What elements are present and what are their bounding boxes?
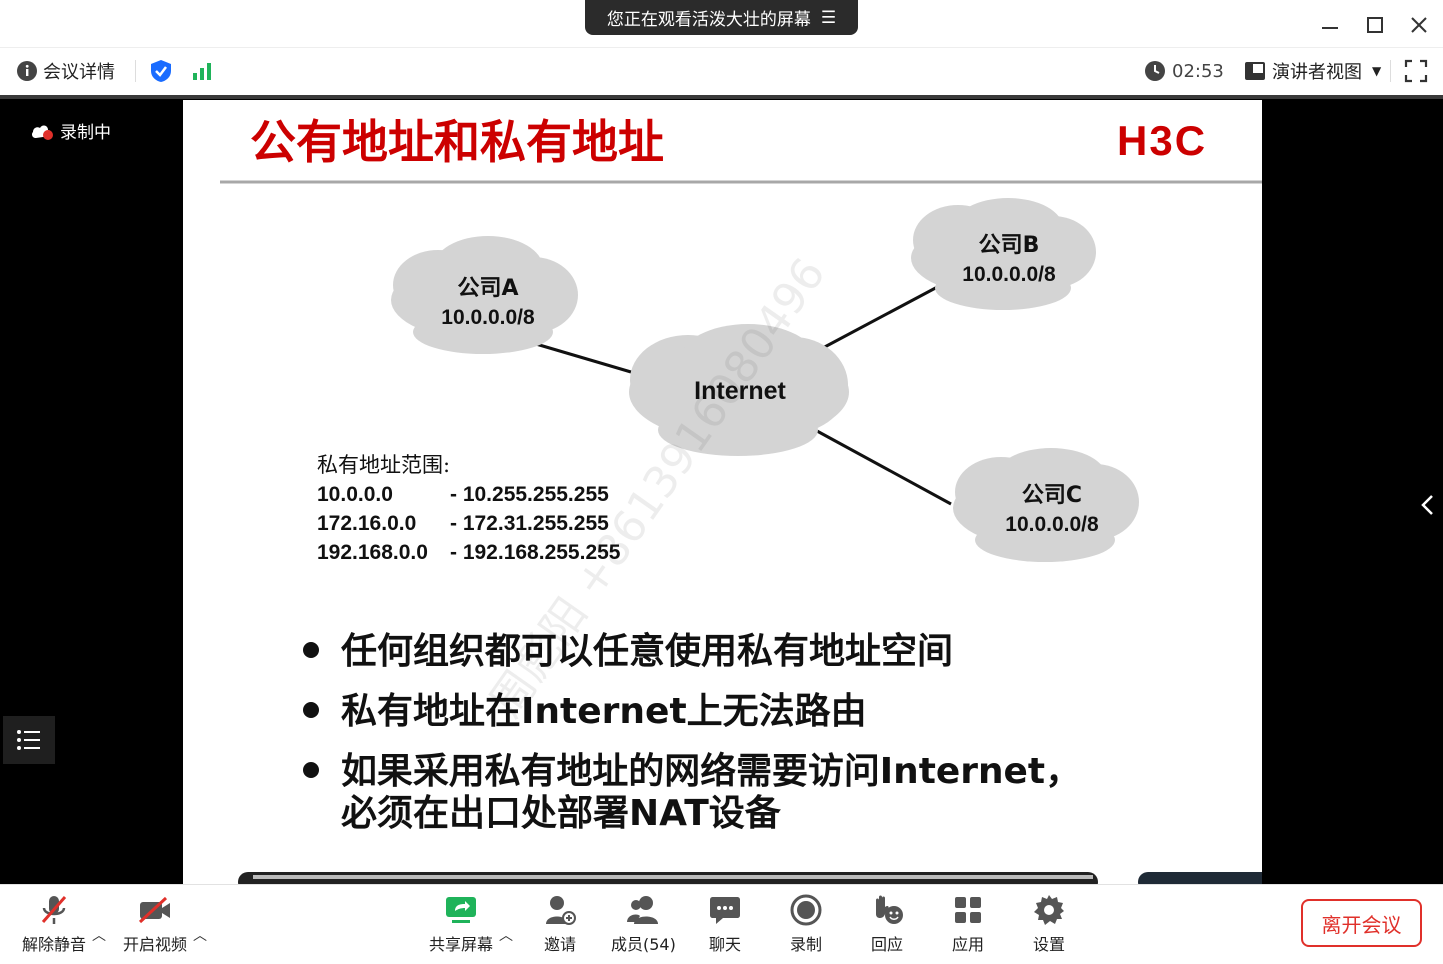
meeting-details-label: 会议详情 (43, 62, 115, 83)
shared-slide: 公有地址和私有地址 H3C 公司A 10.0.0.0/8 公司B 10.0.0.… (183, 100, 1262, 884)
h3c-logo: H3C (1117, 117, 1207, 164)
record-button[interactable]: 录制 (788, 893, 824, 955)
security-button[interactable] (150, 57, 172, 85)
link-a-internet (535, 342, 632, 374)
record-label: 录制 (789, 935, 822, 954)
slide-footer-highlight (253, 875, 1093, 879)
members-button[interactable]: 成员(54) (611, 893, 676, 955)
leave-meeting-button[interactable]: 离开会议 (1301, 899, 1422, 947)
cloud-b-net: 10.0.0.0/8 (962, 263, 1056, 286)
range-start: 172.16.0.0 (317, 512, 416, 535)
members-label: 成员(54) (611, 935, 676, 954)
close-icon (1411, 17, 1427, 33)
maximize-button[interactable] (1360, 10, 1390, 40)
add-user-icon (546, 896, 576, 925)
link-c-internet (816, 429, 952, 506)
settings-button[interactable]: 设置 (1031, 893, 1067, 955)
minimize-icon (1322, 27, 1338, 29)
react-button[interactable]: 回应 (869, 893, 905, 955)
share-banner-text: 您正在观看活泼大壮的屏幕 (606, 10, 811, 30)
shield-icon (151, 60, 171, 82)
chevron-up-icon[interactable]: ︿ (92, 925, 106, 945)
gear-icon (1034, 895, 1064, 925)
start-video-button[interactable]: 开启视频 (123, 893, 187, 955)
apps-label: 应用 (951, 935, 984, 954)
clock-icon (1145, 61, 1165, 81)
share-screen-button[interactable]: 共享屏幕 (429, 893, 493, 955)
chevron-up-icon[interactable]: ︿ (193, 925, 207, 945)
cloud-a-net: 10.0.0.0/8 (441, 306, 535, 329)
menu-icon: ☰ (820, 7, 837, 28)
close-button[interactable] (1404, 10, 1434, 40)
unmute-label: 解除静音 (22, 935, 87, 954)
network-signal-button[interactable] (192, 57, 214, 85)
raise-hand-icon (876, 895, 903, 924)
share-banner[interactable]: 您正在观看活泼大壮的屏幕 ☰ (585, 0, 858, 35)
bullet-text: 如果采用私有地址的网络需要访问Internet， (341, 750, 1081, 792)
meeting-timer: 02:53 (1144, 57, 1224, 85)
divider (135, 60, 136, 82)
recording-indicator: 录制中 (30, 118, 111, 143)
chat-label: 聊天 (708, 935, 741, 954)
range-start: 10.0.0.0 (317, 483, 393, 506)
chevron-left-icon (1420, 495, 1433, 515)
bullet-text-continued: 必须在出口处部署NAT设备 (341, 793, 782, 834)
meeting-details-button[interactable]: 会议详情 (17, 57, 115, 85)
signal-icon (193, 63, 211, 80)
cloud-record-icon (32, 125, 53, 140)
ranges-title: 私有地址范围: (317, 453, 450, 477)
chat-button[interactable]: 聊天 (707, 893, 743, 955)
range-start: 192.168.0.0 (317, 541, 428, 564)
maximize-icon (1367, 17, 1383, 33)
chevron-up-icon[interactable]: ︿ (499, 925, 513, 945)
title-bar: 您正在观看活泼大壮的屏幕 ☰ (0, 0, 1443, 47)
cloud-c-net: 10.0.0.0/8 (1005, 513, 1099, 536)
record-icon (790, 894, 822, 926)
chat-icon (710, 897, 740, 924)
collapse-sidebar-button[interactable] (1410, 480, 1443, 530)
camera-off-icon (138, 896, 170, 924)
speaker-view-icon (1245, 62, 1265, 80)
recording-label: 录制中 (60, 123, 111, 143)
slide-title: 公有地址和私有地址 (250, 115, 664, 169)
invite-label: 邀请 (543, 935, 576, 954)
unmute-button[interactable]: 解除静音 (22, 893, 86, 955)
meeting-info-bar: 会议详情 02:53 演讲者视图 ▼ (0, 47, 1443, 94)
react-label: 回应 (870, 935, 903, 954)
bullet-dot (303, 702, 319, 718)
timer-text: 02:53 (1172, 60, 1224, 82)
bullet-text: 私有地址在Internet上无法路由 (341, 691, 867, 732)
link-b-internet (818, 282, 944, 352)
settings-label: 设置 (1032, 935, 1065, 954)
cloud-a-name: 公司A (457, 276, 518, 301)
members-icon (627, 896, 659, 924)
apps-button[interactable]: 应用 (950, 893, 986, 955)
start-video-label: 开启视频 (123, 935, 188, 954)
divider (1390, 60, 1391, 82)
cloud-c-name: 公司C (1022, 483, 1082, 508)
range-end: - 172.31.255.255 (450, 512, 609, 535)
share-screen-icon (446, 897, 476, 923)
mic-muted-icon (41, 896, 67, 924)
bullet-dot (303, 762, 319, 778)
minimize-button[interactable] (1315, 10, 1345, 40)
cloud-b-name: 公司B (979, 233, 1040, 258)
bullet-text: 任何组织都可以任意使用私有地址空间 (341, 631, 953, 672)
view-mode-dropdown[interactable]: 演讲者视图 ▼ (1244, 57, 1381, 85)
view-mode-label: 演讲者视图 (1272, 62, 1362, 83)
bullet-dot (303, 642, 319, 658)
chevron-down-icon: ▼ (1372, 64, 1382, 78)
fullscreen-icon (1404, 59, 1428, 83)
panel-list-button[interactable] (3, 716, 55, 764)
range-end: - 10.255.255.255 (450, 483, 609, 506)
fullscreen-button[interactable] (1404, 57, 1428, 85)
invite-button[interactable]: 邀请 (542, 893, 578, 955)
slide-footer-bar-right (1138, 872, 1262, 884)
meeting-toolbar: 解除静音 ︿ 开启视频 ︿ 共享屏幕 ︿ 邀请 成员(54) 聊天 录制 回应 … (0, 884, 1443, 964)
apps-grid-icon (955, 897, 981, 923)
share-screen-label: 共享屏幕 (429, 935, 494, 954)
info-icon (17, 61, 37, 81)
list-icon (17, 730, 40, 750)
